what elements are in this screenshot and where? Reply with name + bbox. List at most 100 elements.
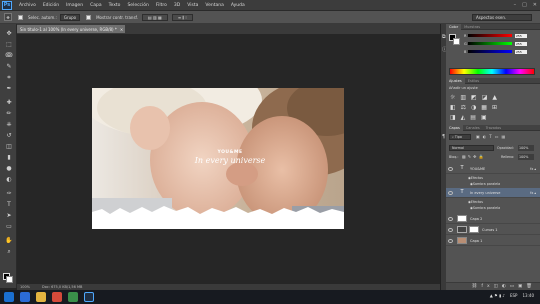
eyedropper-tool-icon[interactable]: ✒ [5, 85, 13, 93]
hand-tool-icon[interactable]: ✋ [5, 237, 13, 245]
move-tool-icon[interactable]: ✥ [5, 30, 13, 38]
photoshop-logo: Ps [2, 0, 12, 10]
marquee-tool-icon[interactable]: ⬚ [5, 41, 13, 49]
layer-mask-thumbnail [469, 226, 479, 233]
menu-ventana[interactable]: Ventana [205, 3, 223, 8]
menu-filtro[interactable]: Filtro [156, 3, 167, 8]
visibility-eye-icon[interactable] [448, 227, 453, 232]
tab-styles[interactable]: Estilos [465, 78, 482, 84]
brush-tool-icon[interactable]: ✏ [5, 110, 13, 118]
eraser-tool-icon[interactable]: ◫ [5, 143, 13, 151]
tab-channels[interactable]: Canales [463, 125, 483, 131]
visibility-eye-icon[interactable] [448, 216, 453, 221]
layer-filter-kind[interactable]: ⌕ Tipo [449, 134, 471, 140]
adjustment-icons-row-2[interactable]: ◧⚖◑▦⊞ [450, 104, 502, 111]
blend-mode-dropdown[interactable]: Normal [449, 145, 494, 151]
layer-row-capa-2[interactable]: Capa 2 [446, 214, 540, 224]
type-tool-icon[interactable]: T [5, 201, 13, 209]
auto-select-dropdown[interactable]: Grupo [59, 13, 81, 21]
maximize-button[interactable]: □ [522, 2, 527, 8]
document-canvas[interactable]: YOU&ME In every universe [92, 88, 344, 229]
language-indicator[interactable]: ESP [510, 293, 517, 298]
fill-field[interactable]: 100% [518, 154, 534, 160]
menu-imagen[interactable]: Imagen [66, 3, 83, 8]
dodge-tool-icon[interactable]: ◐ [5, 176, 13, 184]
panel-background-swatch[interactable] [453, 38, 460, 45]
opacity-field[interactable]: 100% [518, 145, 534, 151]
workspace-dropdown[interactable]: Aspectos esen. [472, 14, 532, 21]
explorer-icon[interactable] [36, 292, 46, 302]
clone-stamp-tool-icon[interactable]: ⎈ [5, 121, 13, 129]
gradient-tool-icon[interactable]: ▮ [5, 154, 13, 162]
menu-3d[interactable]: 3D [174, 3, 180, 8]
distribute-buttons[interactable]: ≡ ⫼ ⫶ [171, 13, 193, 21]
color-slider-b[interactable]: B 255 [464, 49, 534, 54]
tray-icons[interactable]: ▲ ⚑ ▮ ♪ [490, 293, 505, 298]
taskbar: ▲ ⚑ ▮ ♪ ESP 13:40 [0, 290, 540, 304]
auto-select-checkbox[interactable] [18, 14, 23, 20]
zoom-level[interactable]: 100% [20, 285, 30, 289]
pen-tool-icon[interactable]: ✑ [5, 190, 13, 198]
system-tray: ▲ ⚑ ▮ ♪ ESP 13:40 [490, 293, 534, 298]
healing-brush-tool-icon[interactable]: ✚ [5, 99, 13, 107]
layer-row-capa-1[interactable]: Capa 1 [446, 236, 540, 246]
options-bar: ✥ Selec. autom.: Grupo Mostrar contr. tr… [0, 11, 540, 24]
paragraph-panel-icon[interactable]: ¶ [442, 134, 445, 140]
lock-icons[interactable]: ▩✎✥🔒 [462, 154, 485, 159]
menu-texto[interactable]: Texto [109, 3, 121, 8]
transform-controls-checkbox[interactable] [86, 14, 92, 20]
curves-adjustment-icon [457, 226, 467, 233]
path-selection-tool-icon[interactable]: ➤ [5, 212, 13, 220]
menu-seleccion[interactable]: Selección [127, 3, 148, 8]
adjustment-icons-row-1[interactable]: ☼▥◩◪▲ [450, 94, 502, 101]
layer-row-curvas-1[interactable]: Curvas 1 [446, 225, 540, 235]
crop-tool-icon[interactable]: ⌗ [5, 74, 13, 82]
tab-swatches[interactable]: Muestras [461, 24, 483, 30]
adjustment-icons-row-3[interactable]: ◨◭▤▣ [450, 114, 492, 121]
zoom-tool-icon[interactable]: ⌕ [5, 248, 13, 256]
layer-row-in-every-universe[interactable]: T In every universe fx ▴ [446, 188, 540, 198]
fx-icon[interactable]: fx ▴ [530, 191, 536, 195]
move-tool-preset-icon[interactable]: ✥ [4, 13, 12, 21]
history-brush-tool-icon[interactable]: ↺ [5, 132, 13, 140]
visibility-eye-icon[interactable] [448, 190, 453, 195]
transform-controls-label: Mostrar contr. transf. [96, 14, 138, 20]
lasso-tool-icon[interactable]: ↂ [5, 52, 13, 60]
start-button-icon[interactable] [4, 292, 14, 302]
tab-layers[interactable]: Capas [446, 124, 463, 131]
align-buttons[interactable]: ▤ ▥ ▦ [141, 13, 168, 21]
fx-icon[interactable]: fx ▴ [530, 167, 536, 171]
layers-footer-buttons[interactable]: ⛓fx◫◐▭▣🗑 [446, 282, 540, 290]
quick-select-tool-icon[interactable]: ✎ [5, 63, 13, 71]
background-color-swatch[interactable] [6, 276, 13, 283]
tab-adjustments[interactable]: Ajustes [446, 77, 465, 84]
layer-effect-shadow[interactable]: ◉ Sombra paralela [446, 205, 540, 211]
color-slider-g[interactable]: G 255 [464, 41, 534, 46]
layer-row-youme[interactable]: T YOU&ME fx ▴ [446, 164, 540, 174]
ie-icon[interactable] [20, 292, 30, 302]
close-button[interactable]: ✕ [533, 2, 537, 8]
menu-vista[interactable]: Vista [187, 3, 198, 8]
chrome-icon[interactable] [68, 292, 78, 302]
visibility-eye-icon[interactable] [448, 238, 453, 243]
menu-edicion[interactable]: Edición [43, 3, 59, 8]
menu-archivo[interactable]: Archivo [19, 3, 36, 8]
menu-capa[interactable]: Capa [90, 3, 102, 8]
tab-color[interactable]: Color [446, 23, 462, 30]
tab-paths[interactable]: Trazados [483, 125, 504, 131]
menu-ayuda[interactable]: Ayuda [231, 3, 245, 8]
blur-tool-icon[interactable]: ● [5, 165, 13, 173]
media-icon[interactable] [52, 292, 62, 302]
document-tab-close-icon[interactable]: × [120, 27, 123, 32]
document-tab-title: Sin título-1 al 100% (In every universe,… [20, 26, 117, 32]
minimize-button[interactable]: – [514, 2, 517, 8]
color-spectrum-ramp[interactable] [449, 68, 535, 75]
document-tab[interactable]: Sin título-1 al 100% (In every universe,… [17, 25, 125, 33]
photoshop-taskbar-icon[interactable] [84, 292, 94, 302]
clock[interactable]: 13:40 [522, 293, 534, 298]
color-slider-r[interactable]: R 255 [464, 33, 534, 38]
shape-tool-icon[interactable]: ▭ [5, 223, 13, 231]
layer-filter-icons[interactable]: ▣◐T▭▦ [476, 134, 508, 139]
visibility-eye-icon[interactable] [448, 166, 453, 171]
layer-effect-shadow[interactable]: ◉ Sombra paralela [446, 181, 540, 187]
